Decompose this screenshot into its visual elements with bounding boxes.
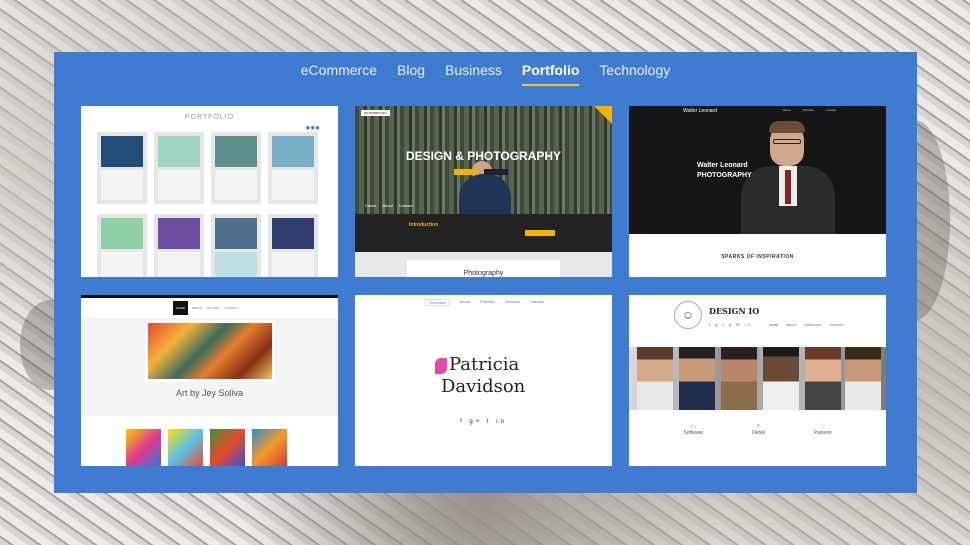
template-menu: HOME ABOUT GALLERY CONTACT	[173, 301, 238, 315]
person-image	[805, 347, 841, 410]
primary-button	[454, 169, 478, 175]
social-icons: f g+ t in	[460, 419, 507, 425]
menu-item: Contact	[398, 203, 413, 208]
feature-item: ♡ Passion	[814, 423, 832, 436]
logo-icon	[435, 358, 447, 374]
headline-line: PHOTOGRAPHY	[697, 172, 752, 179]
feature-item: ⌕ Detail	[752, 423, 765, 436]
person-image	[769, 121, 805, 133]
person-image	[785, 170, 791, 204]
template-card-walter-leonard[interactable]: Walter Leonard Home Portfolio Contact Wa…	[629, 106, 886, 277]
feature-list: ▭ Software ⌕ Detail ♡ Passion	[629, 423, 886, 436]
menu-item: Portfolio	[480, 299, 495, 304]
menu-item: Cases	[365, 203, 377, 208]
artwork-thumbnail	[210, 429, 245, 466]
intro-section	[355, 214, 612, 252]
corner-ribbon	[594, 106, 612, 124]
template-tag: MY PORTFOLIO	[361, 110, 390, 116]
template-gallery-panel: eCommerce Blog Business Portfolio Techno…	[54, 52, 917, 493]
artwork-thumbnail	[252, 429, 287, 466]
feature-label: Detail	[752, 430, 765, 436]
menu-item: Services	[504, 299, 521, 304]
menu-item: About	[459, 299, 471, 304]
person-image	[763, 347, 799, 410]
person-first-name: Patricia	[449, 354, 520, 375]
template-card-patricia-davidson[interactable]: Overview About Portfolio Services Contac…	[355, 295, 612, 466]
business-card-thumb	[97, 214, 147, 277]
category-tabs: eCommerce Blog Business Portfolio Techno…	[54, 62, 917, 86]
tab-blog[interactable]: Blog	[397, 62, 425, 86]
feature-label: Software	[683, 430, 704, 436]
menu-item: CONTACT	[829, 323, 844, 327]
business-card-thumb	[154, 132, 204, 204]
person-image	[637, 347, 673, 410]
menu-item: Contact	[825, 108, 836, 112]
hero-title: DESIGN & PHOTOGRAPHY	[405, 149, 562, 163]
business-card-thumb	[211, 214, 261, 277]
search-icon: ⌕	[756, 423, 761, 429]
menu-item: HOME	[769, 323, 778, 327]
artwork-thumbnails	[126, 429, 287, 466]
person-last-name: Davidson	[441, 376, 526, 397]
menu-item: Contact	[530, 299, 544, 304]
template-menu: Home Portfolio Contact	[783, 108, 836, 112]
more-icon: ●●●	[305, 123, 321, 132]
tab-portfolio[interactable]: Portfolio	[521, 62, 580, 86]
read-more-button	[525, 230, 555, 236]
business-card-grid	[97, 214, 323, 277]
section-heading: SPARKS OF INSPIRATION	[721, 254, 794, 260]
menu-item: ABOUT	[786, 323, 797, 327]
intro-heading: Introduction	[409, 222, 439, 228]
menu-item: Home	[782, 108, 791, 112]
menu-item: PORTFOLIO	[804, 323, 822, 327]
photography-heading: Photography	[407, 260, 560, 277]
template-title: PORTFOLIO	[184, 114, 235, 121]
business-card-thumb	[268, 214, 318, 277]
template-menu: HOME ABOUT PORTFOLIO CONTACT	[769, 323, 844, 327]
template-card-portfolio[interactable]: PORTFOLIO ●●●	[81, 106, 338, 277]
art-title: Art by Jey Soliva	[175, 388, 244, 398]
menu-item: Overview	[425, 299, 450, 306]
social-icons: f g t p ✉ in	[709, 322, 752, 327]
business-card-thumb	[154, 214, 204, 277]
business-card-thumb	[97, 132, 147, 204]
menu-item: About	[382, 203, 393, 208]
artwork-thumbnail	[126, 429, 161, 466]
person-image	[459, 174, 511, 214]
template-card-design-io[interactable]: ☺ DESIGN IO f g t p ✉ in HOME ABOUT PORT…	[629, 295, 886, 466]
tab-technology[interactable]: Technology	[599, 62, 670, 86]
template-card-art[interactable]: HOME ABOUT GALLERY CONTACT Art by Jey So…	[81, 295, 338, 466]
business-card-thumb	[211, 132, 261, 204]
menu-item: ABOUT	[192, 306, 203, 310]
template-card-photography[interactable]: MY PORTFOLIO DESIGN & PHOTOGRAPHY Cases …	[355, 106, 612, 277]
site-brand: DESIGN IO	[709, 306, 760, 316]
glasses-icon	[773, 139, 801, 144]
monitor-icon: ▭	[690, 424, 697, 430]
tab-ecommerce[interactable]: eCommerce	[301, 62, 377, 86]
business-card-grid	[97, 132, 323, 204]
artwork-image	[145, 320, 275, 382]
business-card-thumb	[268, 132, 318, 204]
artwork-thumbnail	[168, 429, 203, 466]
person-image	[679, 347, 715, 410]
menu-item: GALLERY	[206, 306, 221, 310]
secondary-button	[484, 169, 508, 175]
feature-label: Passion	[813, 430, 832, 436]
feature-item: ▭ Software	[683, 423, 703, 436]
menu-item: Portfolio	[802, 108, 814, 112]
template-menu: Overview About Portfolio Services Contac…	[425, 299, 544, 306]
menu-item: CONTACT	[224, 306, 239, 310]
lion-logo-icon: ☺	[674, 301, 702, 329]
tab-business[interactable]: Business	[445, 62, 502, 86]
template-menu: Cases About Contact	[365, 203, 413, 208]
person-image	[721, 347, 757, 410]
top-bar	[81, 295, 338, 298]
heart-icon: ♡	[819, 424, 826, 430]
menu-item: HOME	[173, 301, 188, 315]
hero-buttons	[454, 169, 508, 175]
hero-headline: Walter Leonard PHOTOGRAPHY	[697, 161, 752, 181]
site-brand: Walter Leonard	[683, 108, 717, 114]
headline-line: Walter Leonard	[697, 162, 748, 169]
person-image	[845, 347, 881, 410]
